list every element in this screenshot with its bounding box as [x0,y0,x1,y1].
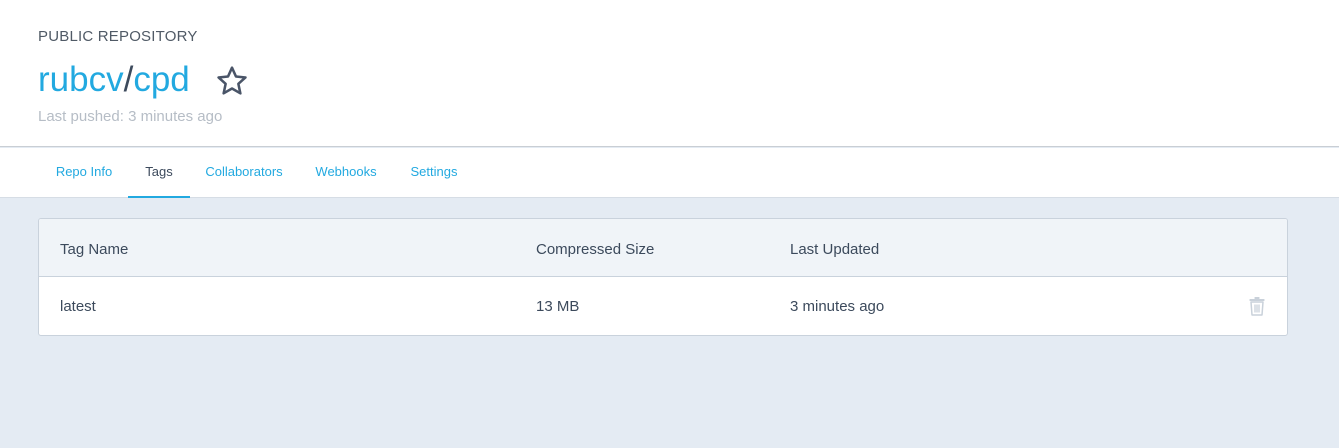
repo-name-link[interactable]: cpd [133,58,189,102]
repo-tabs: Repo Info Tags Collaborators Webhooks Se… [0,148,1339,198]
tab-settings[interactable]: Settings [400,148,468,198]
tag-name-cell: latest [60,298,96,315]
repo-title: rubcv / cpd [38,58,190,102]
column-header-compressed-size[interactable]: Compressed Size [536,240,654,260]
last-updated-cell: 3 minutes ago [790,298,885,315]
namespace-link[interactable]: rubcv [38,58,124,102]
tab-tags[interactable]: Tags [128,148,190,198]
tags-table: Tag Name Compressed Size Last Updated la… [38,218,1288,336]
column-header-last-updated[interactable]: Last Updated [790,240,879,260]
trash-icon[interactable] [1248,296,1266,316]
repo-header: PUBLIC REPOSITORY rubcv / cpd Last pushed:… [0,0,1339,147]
compressed-size-cell: 13 MB [536,298,580,315]
tab-collaborators[interactable]: Collaborators [196,148,292,198]
table-row: latest 13 MB 3 minutes ago [39,277,1287,335]
star-icon[interactable] [215,64,249,98]
tab-webhooks[interactable]: Webhooks [306,148,386,198]
last-pushed-text: Last pushed: 3 minutes ago [38,108,223,125]
tab-repo-info[interactable]: Repo Info [44,148,124,198]
title-separator: / [123,60,134,99]
column-header-tag-name[interactable]: Tag Name [60,240,128,260]
repo-visibility-label: PUBLIC REPOSITORY [38,28,198,45]
table-header: Tag Name Compressed Size Last Updated [39,219,1287,277]
